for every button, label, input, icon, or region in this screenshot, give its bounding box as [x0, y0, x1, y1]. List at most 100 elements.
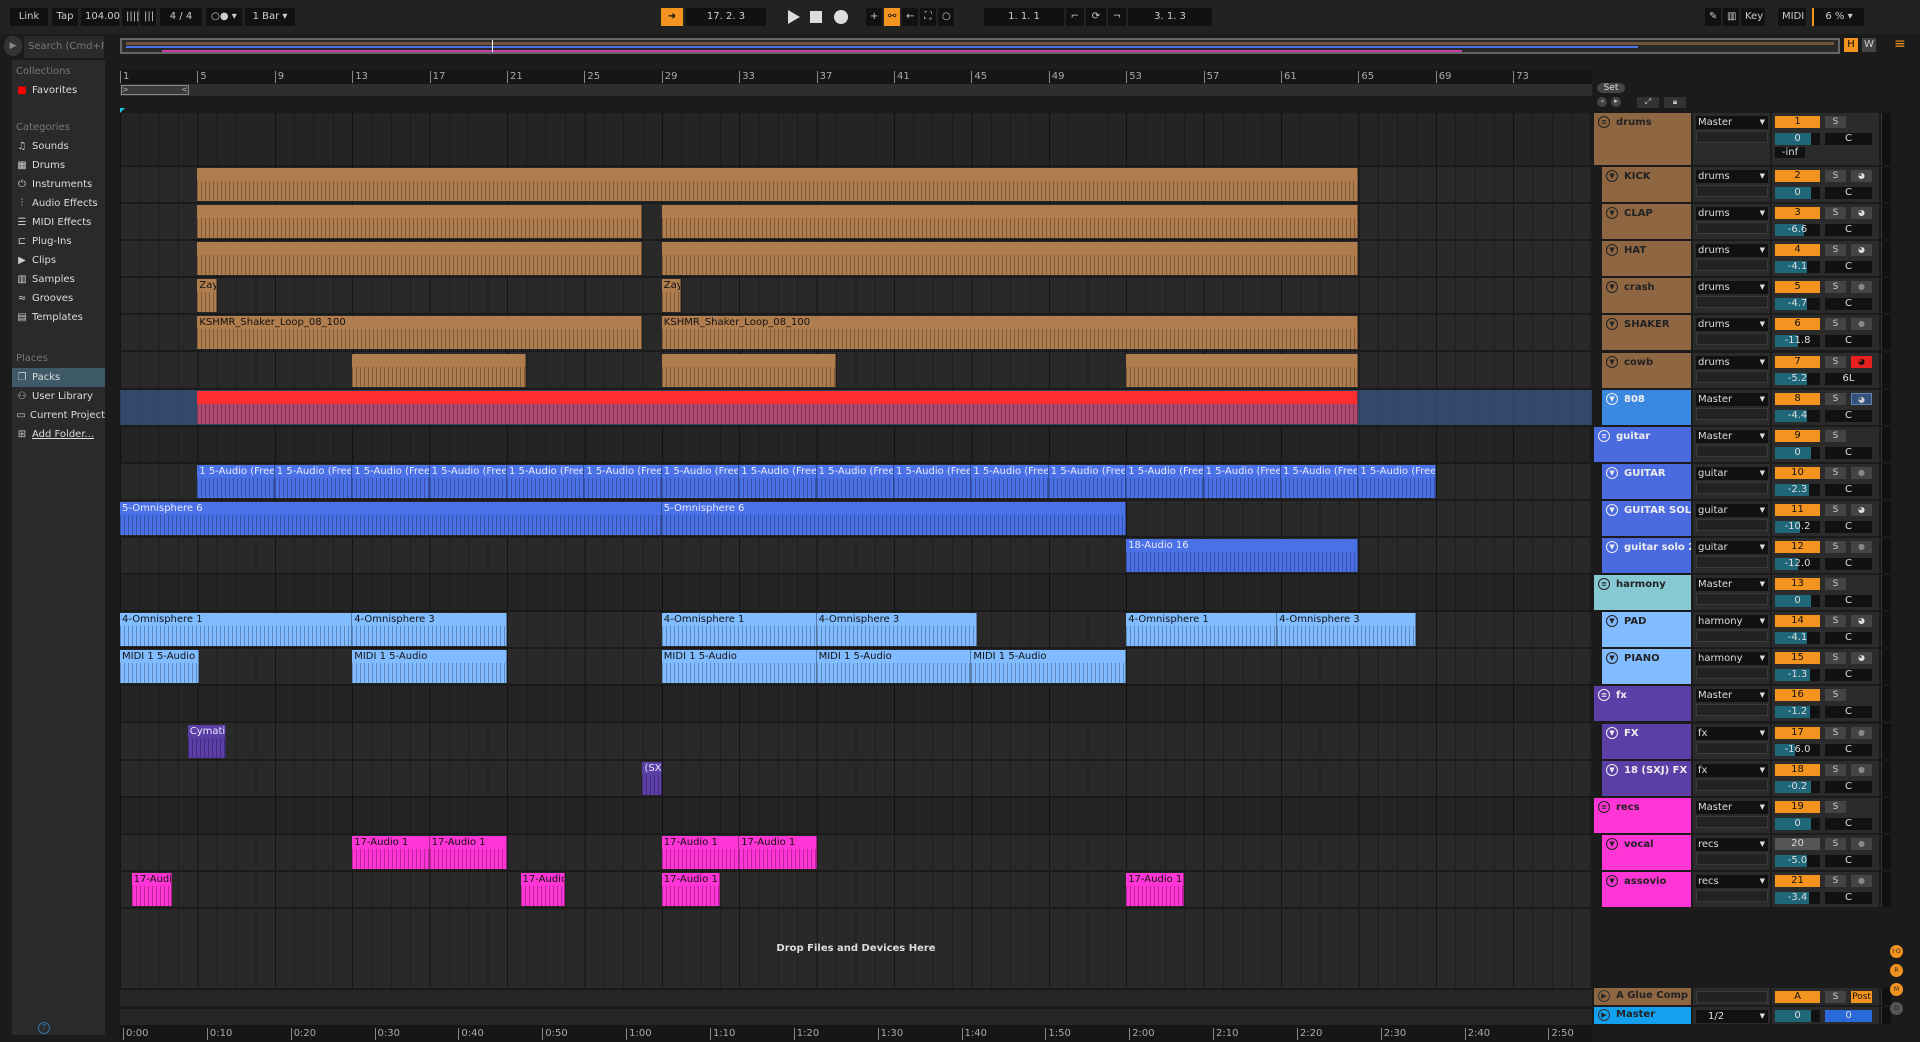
output-channel-select[interactable]	[1696, 889, 1768, 902]
pan-field[interactable]: C	[1825, 224, 1872, 237]
side-button-r[interactable]: R	[1890, 964, 1903, 977]
output-channel-select[interactable]	[1696, 741, 1768, 754]
output-channel-select[interactable]	[1696, 852, 1768, 865]
tempo-field[interactable]: 104.00	[81, 8, 120, 26]
volume-field[interactable]: -11.8	[1775, 335, 1820, 348]
expand-icon[interactable]: ⤢	[1637, 97, 1659, 108]
track-fold-icon[interactable]: ▼	[1606, 244, 1618, 257]
clip[interactable]: MIDI 1 5-Audio	[661, 650, 817, 684]
solo-button[interactable]: S	[1825, 800, 1846, 813]
prev-locator-button[interactable]: ◂	[1597, 97, 1607, 107]
track-name-area[interactable]: ▼ guitar solo 2	[1602, 538, 1691, 574]
clip[interactable]	[1126, 353, 1359, 387]
clip[interactable]: 17-Audio	[520, 872, 566, 906]
clip[interactable]: (SXJ	[642, 761, 662, 795]
capture-button[interactable]: ⛶	[920, 8, 936, 26]
beat-ruler[interactable]: 1 5 9 13 17 21 25 29 33 37 41 45 49 53 57 61 65 69 73	[120, 70, 1592, 84]
return-activator-button[interactable]: A	[1775, 991, 1820, 1003]
solo-button[interactable]: S	[1825, 429, 1846, 442]
arrangement-overview[interactable]	[120, 38, 1840, 54]
clip[interactable]: 17-Audio 1	[739, 835, 817, 869]
solo-button[interactable]: S	[1825, 207, 1846, 220]
clip[interactable]: 17-Audio 1	[661, 835, 740, 869]
arm-button[interactable]: ●	[1851, 726, 1872, 739]
track-header-guitar[interactable]: ▼ GUITAR guitar 10 S ● -2.3 C	[1594, 463, 1894, 501]
track-lane[interactable]	[120, 686, 1592, 724]
track-lane[interactable]: 1 5-Audio (Free) 1 5-Audio (Free) 1 5-Audi…	[120, 464, 1592, 501]
track-name-area[interactable]: ≡ fx	[1594, 686, 1691, 722]
set-button[interactable]: Set	[1597, 83, 1625, 93]
track-lane[interactable]: Zay Zay	[120, 278, 1592, 316]
track-activator-button[interactable]: 6	[1775, 318, 1820, 331]
track-name-area[interactable]: ▼ 808	[1602, 389, 1691, 425]
track-header-crash[interactable]: ▼ crash drums 5S ● -4.7 C	[1594, 278, 1894, 315]
track-name-area[interactable]: ▼ assovio	[1602, 871, 1691, 907]
track-activator-button[interactable]: 2	[1775, 170, 1820, 182]
track-fold-icon[interactable]: ▼	[1606, 318, 1618, 331]
track-activator-button[interactable]: 5	[1775, 281, 1820, 294]
clip[interactable]: Zay	[661, 279, 682, 313]
clip[interactable]: 4-Omnisphere 1	[1126, 613, 1278, 647]
arm-button[interactable]: ●	[1851, 874, 1872, 887]
track-header-vocal[interactable]: ▼ vocal recs 20 S ● -5.0 C	[1594, 834, 1894, 872]
solo-button[interactable]: S	[1825, 726, 1846, 739]
arm-button[interactable]: ●	[1851, 281, 1872, 294]
track-fold-icon[interactable]: ▼	[1606, 503, 1618, 516]
clip[interactable]: MIDI 1 5-Audio	[120, 650, 200, 684]
track-lane[interactable]	[120, 241, 1592, 279]
track-header-drums[interactable]: ≡ drums Master 1S 0 C -inf	[1594, 113, 1894, 167]
output-channel-select[interactable]	[1696, 333, 1768, 346]
arm-button[interactable]: ◕	[1851, 392, 1872, 405]
output-routing-select[interactable]: harmony	[1696, 652, 1768, 666]
volume-field[interactable]: -6.6	[1775, 224, 1820, 237]
output-routing-select[interactable]: Master	[1696, 429, 1768, 443]
track-fold-icon[interactable]: ▼	[1606, 541, 1618, 553]
clip[interactable]	[661, 353, 836, 387]
output-routing-select[interactable]: Master	[1696, 392, 1768, 406]
track-header-guitar[interactable]: ≡ guitar Master 9S 0 C	[1594, 426, 1894, 464]
output-channel-select[interactable]	[1696, 407, 1768, 420]
solo-button[interactable]: S	[1825, 578, 1846, 591]
arm-button[interactable]: ●	[1851, 763, 1872, 776]
pan-field[interactable]: C	[1825, 743, 1872, 756]
clip[interactable]: 1 5-Audio (Free)	[739, 464, 817, 498]
midi-map-button[interactable]: MIDI	[1778, 8, 1806, 26]
volume-field[interactable]: -10.2	[1775, 520, 1820, 533]
clip[interactable]: 1 5-Audio (Free)	[894, 464, 972, 498]
pan-field[interactable]: C	[1825, 780, 1872, 793]
solo-button[interactable]: S	[1825, 991, 1846, 1003]
output-routing-select[interactable]: Master	[1696, 578, 1768, 592]
output-routing-select[interactable]: guitar	[1696, 503, 1768, 517]
track-lane[interactable]	[120, 113, 1592, 167]
track-activator-button[interactable]: 20	[1775, 837, 1820, 850]
sidebar-item-instruments[interactable]: ⏻ Instruments	[12, 175, 105, 194]
track-header-shaker[interactable]: ▼ SHAKER drums 6S ● -11.8 C	[1594, 315, 1894, 352]
solo-button[interactable]: S	[1825, 281, 1846, 294]
group-fold-icon[interactable]: ≡	[1598, 689, 1610, 702]
track-header-fx[interactable]: ▼ FX fx 17 S ● -16.0 C	[1594, 723, 1894, 761]
sidebar-item-midi-effects[interactable]: ☰ MIDI Effects	[12, 213, 105, 232]
track-header-cowb[interactable]: ▼ cowb drums 7S ◕ -5.2 6L	[1594, 352, 1894, 390]
play-button[interactable]	[788, 10, 800, 24]
pan-field[interactable]: C	[1825, 669, 1872, 682]
song-position-field[interactable]: 17. 2. 3	[686, 8, 766, 26]
clip[interactable]: 1 5-Audio (Free)	[507, 464, 585, 498]
track-activator-button[interactable]: 15	[1775, 652, 1820, 665]
pan-field[interactable]: C	[1825, 133, 1872, 145]
clip[interactable]	[661, 205, 1359, 239]
track-activator-button[interactable]: 19	[1775, 800, 1820, 813]
track-fold-icon[interactable]: ▼	[1606, 763, 1618, 776]
track-name-area[interactable]: ≡ guitar	[1594, 426, 1691, 462]
group-fold-icon[interactable]: ≡	[1598, 800, 1610, 813]
track-activator-button[interactable]: 13	[1775, 578, 1820, 591]
solo-button[interactable]: S	[1825, 615, 1846, 628]
track-fold-icon[interactable]: ▼	[1606, 837, 1618, 850]
nudge-down-button[interactable]: ||||	[122, 8, 139, 26]
solo-button[interactable]: S	[1825, 116, 1846, 128]
track-name-area[interactable]: ▼ cowb	[1602, 352, 1691, 388]
clip[interactable]: 1 5-Audio (Free)	[197, 464, 275, 498]
track-fold-icon[interactable]: ▼	[1606, 207, 1618, 220]
track-lane[interactable]	[120, 575, 1592, 613]
loop-start-field[interactable]: 1. 1. 1	[984, 8, 1064, 26]
track-name-area[interactable]: ▼ FX	[1602, 723, 1691, 759]
